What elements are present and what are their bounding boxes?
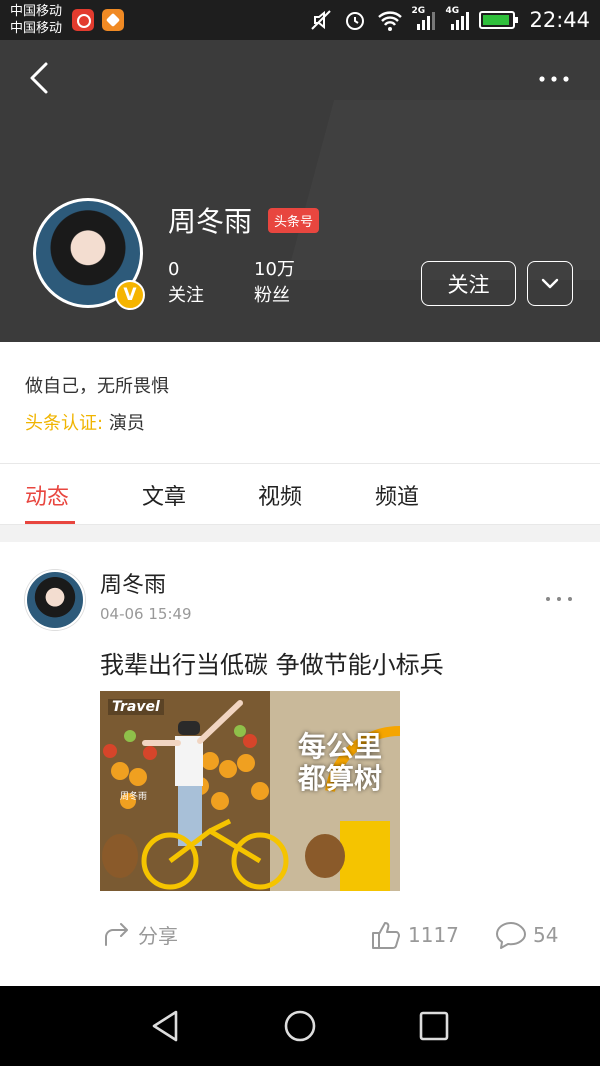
fans-stat[interactable]: 10万 粉丝 bbox=[254, 257, 295, 309]
post-author-avatar[interactable] bbox=[25, 570, 85, 630]
like-count: 1117 bbox=[408, 923, 459, 947]
mute-icon bbox=[309, 8, 333, 32]
wifi-icon bbox=[377, 8, 403, 32]
share-label: 分享 bbox=[138, 924, 178, 948]
header-background-pattern bbox=[285, 100, 600, 280]
system-navigation-bar bbox=[0, 986, 600, 1066]
profile-bio: 做自己，无所畏惧 bbox=[25, 376, 169, 397]
image-slogan-line-2: 都算树 bbox=[297, 762, 382, 795]
nav-home-icon bbox=[284, 1010, 316, 1042]
post-author-name[interactable]: 周冬雨 bbox=[100, 567, 166, 599]
post-timestamp: 04-06 15:49 bbox=[100, 605, 192, 623]
nav-back-icon bbox=[152, 1010, 178, 1042]
toutiao-account-badge: 头条号 bbox=[268, 208, 320, 233]
clock: 22:44 bbox=[529, 8, 590, 32]
app-notification-icon bbox=[102, 9, 124, 31]
share-icon bbox=[105, 922, 128, 946]
profile-tabs: 动态 文章 视频 频道 bbox=[0, 463, 600, 525]
chevron-down-icon bbox=[541, 278, 559, 289]
netease-music-icon bbox=[72, 9, 94, 31]
following-count: 0 bbox=[168, 259, 180, 280]
signal-4g-icon: 4G bbox=[445, 6, 470, 32]
comment-button[interactable]: 54 bbox=[495, 920, 558, 950]
active-tab-indicator bbox=[25, 521, 75, 524]
more-icon bbox=[546, 597, 572, 601]
section-divider bbox=[0, 525, 600, 542]
fans-label: 粉丝 bbox=[254, 285, 290, 306]
following-label: 关注 bbox=[168, 285, 204, 306]
image-travel-text: Travel bbox=[108, 699, 164, 715]
carrier-labels: 中国移动 中国移动 bbox=[10, 3, 62, 37]
thumb-up-icon bbox=[372, 922, 400, 949]
comment-count: 54 bbox=[533, 923, 559, 947]
tab-articles[interactable]: 文章 bbox=[142, 479, 186, 511]
profile-header: V 周冬雨 头条号 0 关注 10万 粉丝 关注 bbox=[0, 40, 600, 342]
status-icons: 2G 4G 22:44 bbox=[309, 0, 590, 40]
tab-dynamics[interactable]: 动态 bbox=[25, 479, 69, 511]
post-image[interactable]: Travel 周冬雨 每公里 都算树 bbox=[100, 691, 400, 891]
image-caption: 周冬雨 bbox=[120, 792, 148, 802]
verified-badge: V bbox=[115, 280, 145, 310]
fans-count: 10万 bbox=[254, 259, 295, 280]
cert-value: 演员 bbox=[108, 413, 145, 434]
back-button[interactable] bbox=[24, 60, 56, 96]
following-stat[interactable]: 0 关注 bbox=[168, 257, 204, 309]
more-icon bbox=[539, 76, 569, 82]
carrier-2: 中国移动 bbox=[10, 21, 63, 36]
recommend-dropdown-button[interactable] bbox=[527, 261, 573, 306]
back-icon bbox=[30, 62, 48, 94]
carrier-1: 中国移动 bbox=[10, 4, 63, 19]
image-slogan: 每公里 都算树 bbox=[298, 731, 382, 795]
nav-home-button[interactable] bbox=[282, 1008, 318, 1044]
nav-back-button[interactable] bbox=[148, 1008, 184, 1044]
more-options-button[interactable] bbox=[538, 70, 570, 82]
like-button[interactable]: 1117 bbox=[370, 920, 459, 950]
nav-recents-button[interactable] bbox=[416, 1008, 452, 1044]
alarm-icon bbox=[343, 8, 367, 32]
share-button[interactable]: 分享 bbox=[102, 920, 178, 949]
post-more-button[interactable] bbox=[545, 588, 573, 601]
signal-2g-icon: 2G bbox=[411, 6, 436, 32]
tab-channels[interactable]: 频道 bbox=[375, 479, 419, 511]
tab-videos[interactable]: 视频 bbox=[258, 479, 302, 511]
nav-recents-icon bbox=[419, 1011, 449, 1041]
profile-avatar[interactable]: V bbox=[33, 198, 145, 310]
cert-label: 头条认证: bbox=[25, 413, 104, 434]
certification: 头条认证: 演员 bbox=[25, 409, 145, 435]
comment-icon bbox=[496, 922, 526, 949]
image-slogan-line-1: 每公里 bbox=[297, 730, 382, 763]
battery-icon bbox=[479, 11, 519, 29]
profile-name: 周冬雨 bbox=[168, 205, 253, 238]
post-title[interactable]: 我辈出行当低碳 争做节能小标兵 bbox=[100, 645, 444, 680]
follow-button[interactable]: 关注 bbox=[421, 261, 516, 306]
status-bar: 中国移动 中国移动 2G 4G 22:44 bbox=[0, 0, 600, 40]
